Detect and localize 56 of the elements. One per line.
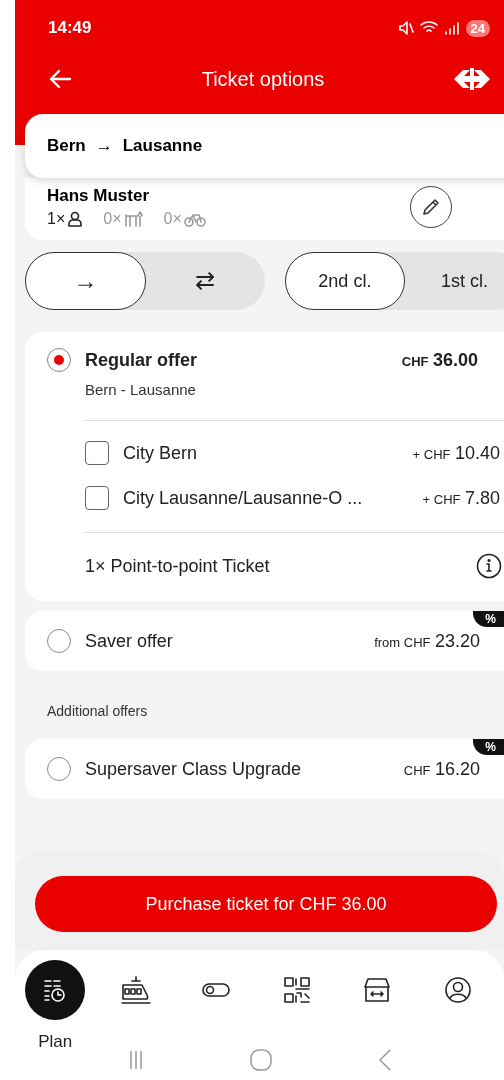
bicycle-icon xyxy=(183,211,206,227)
price-amount: 16.20 xyxy=(434,758,480,779)
count-text: 1× xyxy=(47,210,66,228)
traveller-name: Hans Muster xyxy=(47,186,151,206)
destination-station: Lausanne xyxy=(122,136,203,156)
checkbox[interactable] xyxy=(85,441,109,465)
pencil-icon xyxy=(421,197,441,217)
price-amount: 36.00 xyxy=(432,349,478,370)
double-arrow-logo-icon xyxy=(454,68,490,90)
currency-label: + CHF xyxy=(422,491,461,507)
addon-label: City Bern xyxy=(123,442,199,464)
section-heading: Additional offers xyxy=(47,703,149,719)
toggle-icon xyxy=(201,980,232,1000)
back-arrow-icon[interactable] xyxy=(48,69,72,89)
trip-type-option[interactable]: ⇄ xyxy=(145,252,265,310)
offer-card[interactable]: Regular offer CHF 36.00 Bern - Lausanne City Bern + CHF 10.40 City Lausanne/Lausanne-O ... + CHF 7.80 1× Point-to-point Ticket xyxy=(25,332,504,601)
battery-level: 24 xyxy=(465,19,490,37)
offer-title: Supersaver Class Upgrade xyxy=(85,758,303,780)
checkbox[interactable] xyxy=(85,486,109,510)
addon-label: City Lausanne/Lausanne-O ... xyxy=(123,487,364,509)
qr-code-icon xyxy=(282,976,311,1004)
offer-card[interactable]: % Saver offer from CHF 23.20 xyxy=(25,611,504,671)
class-option[interactable]: 2nd cl. xyxy=(284,252,406,310)
price-amount: 7.80 xyxy=(464,487,500,508)
count-text: 0× xyxy=(163,210,182,228)
ticket-summary: 1× Point-to-point Ticket xyxy=(85,555,270,577)
currency-label: from CHF xyxy=(374,634,431,650)
train-icon xyxy=(118,975,153,1005)
discount-badge: % xyxy=(473,739,504,755)
discount-badge: % xyxy=(473,611,504,627)
shop-icon xyxy=(362,975,393,1005)
home-icon[interactable] xyxy=(249,1049,272,1071)
route-arrow: → xyxy=(95,136,113,156)
class-option[interactable]: 1st cl. xyxy=(405,252,504,310)
currency-label: CHF xyxy=(401,353,429,369)
offer-title: Regular offer xyxy=(85,349,199,371)
back-icon[interactable] xyxy=(378,1049,391,1071)
currency-label: CHF xyxy=(403,762,431,778)
purchase-button[interactable]: Purchase ticket for CHF 36.00 xyxy=(35,876,497,932)
profile-icon xyxy=(443,976,472,1004)
origin-station: Bern xyxy=(47,136,86,156)
count-text: 0× xyxy=(103,210,122,228)
price-amount: 10.40 xyxy=(454,442,500,463)
trip-type-option[interactable]: → xyxy=(25,252,146,310)
price-amount: 23.20 xyxy=(434,630,480,651)
offer-route: Bern - Lausanne xyxy=(85,381,197,398)
currency-label: + CHF xyxy=(412,446,451,462)
info-icon[interactable] xyxy=(476,553,502,579)
page-title: Ticket options xyxy=(201,67,325,91)
offer-card[interactable]: % Supersaver Class Upgrade CHF 16.20 xyxy=(25,739,504,799)
offer-title: Saver offer xyxy=(85,630,174,652)
mute-icon xyxy=(397,19,414,37)
signal-icon xyxy=(443,19,460,37)
status-time: 14:49 xyxy=(48,18,92,38)
edit-button[interactable] xyxy=(410,186,452,228)
person-icon xyxy=(67,211,84,227)
